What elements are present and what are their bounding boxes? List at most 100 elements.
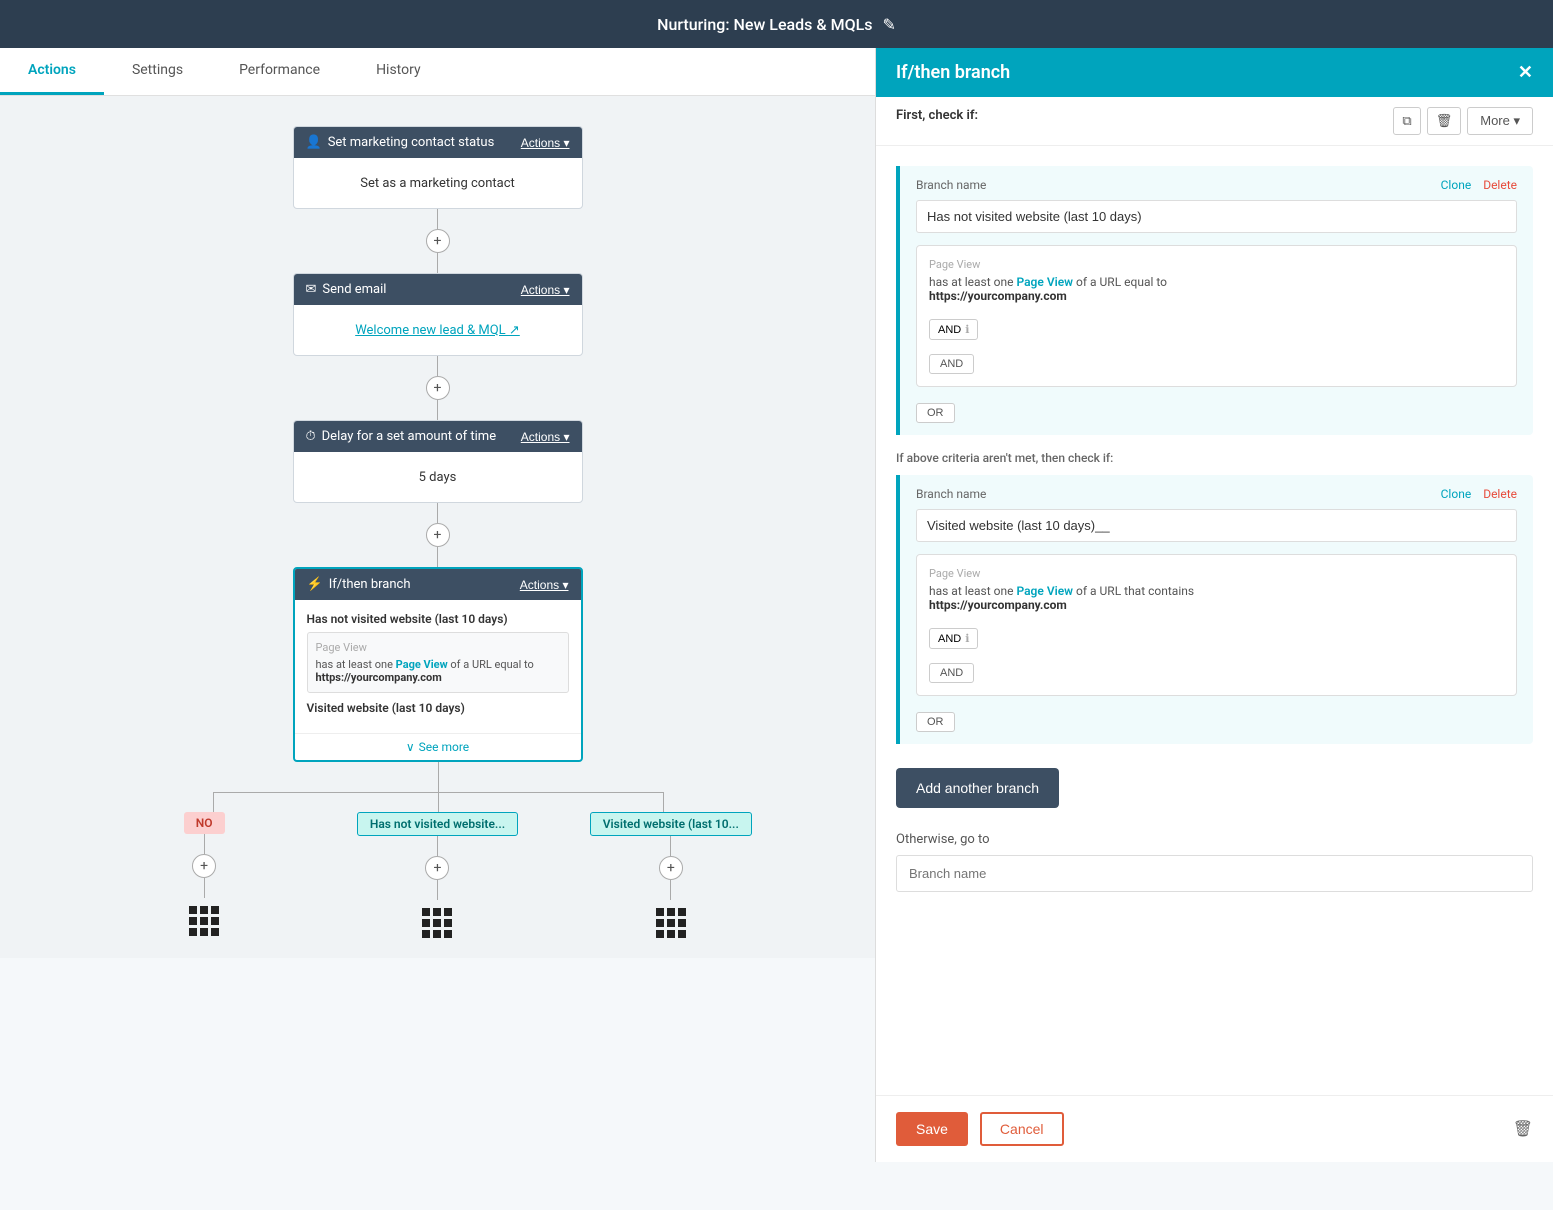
cond2-link[interactable]: Page View (1016, 584, 1073, 598)
step-header-4: ⚡ If/then branch Actions ▾ (295, 569, 581, 600)
trash-icon-toolbar: 🗑 (1436, 113, 1453, 129)
save-btn[interactable]: Save (896, 1112, 968, 1146)
panel-body: Branch name Clone Delete Page View has a… (876, 146, 1553, 1095)
cond1-title: Page View (929, 258, 1504, 271)
panel-title: If/then branch (896, 62, 1010, 83)
branch2-block: Branch name Clone Delete Page View has a… (896, 475, 1533, 744)
cond1-url: https://yourcompany.com (929, 289, 1067, 303)
condition-url-card: https://yourcompany.com (316, 671, 442, 684)
see-more-btn[interactable]: ∨ See more (295, 733, 581, 760)
criteria-divider: If above criteria aren't met, then check… (896, 451, 1533, 465)
step2-actions-btn[interactable]: Actions ▾ (521, 283, 570, 297)
step-header-3: ⏱ Delay for a set amount of time Actions… (294, 421, 582, 452)
branch1-condition: Page View has at least one Page View of … (307, 632, 569, 693)
visited-label: Visited website (last 10... (590, 812, 752, 836)
step-title-3: ⏱ Delay for a set amount of time (306, 429, 497, 444)
panel-header: If/then branch ✕ (876, 48, 1553, 97)
stem-visited (663, 792, 664, 812)
right-panel: If/then branch ✕ First, check if: ⧉ 🗑 Mo… (875, 48, 1553, 1162)
copy-btn[interactable]: ⧉ (1393, 107, 1420, 135)
branch1-delete[interactable]: Delete (1483, 178, 1517, 192)
tab-actions[interactable]: Actions (0, 48, 104, 95)
step-header-1: 👤 Set marketing contact status Actions ▾ (294, 127, 582, 158)
add-step-3[interactable]: + (426, 523, 450, 547)
panel-toolbar-btns: ⧉ 🗑 More ▾ (1393, 107, 1533, 135)
branch2-delete[interactable]: Delete (1483, 487, 1517, 501)
cond1-or-btn[interactable]: OR (916, 403, 955, 423)
canvas-wrapper: Actions Settings Performance History 👤 S… (0, 48, 875, 1162)
workflow-canvas: 👤 Set marketing contact status Actions ▾… (0, 96, 875, 958)
cond1-and-filter[interactable]: AND ℹ (929, 319, 978, 340)
add-notvisited-branch[interactable]: + (425, 856, 449, 880)
add-step-1[interactable]: + (426, 229, 450, 253)
footer-trash-btn[interactable]: 🗑 (1513, 1119, 1533, 1139)
branch-card-body: Has not visited website (last 10 days) P… (295, 600, 581, 733)
placeholder-visited (656, 908, 686, 938)
no-label: NO (184, 812, 225, 834)
cond2-text: has at least one Page View of a URL that… (929, 584, 1504, 612)
edit-icon[interactable]: ✎ (882, 15, 895, 34)
not-visited-label: Has not visited website... (357, 812, 518, 836)
footer-buttons: Save Cancel (896, 1112, 1064, 1146)
add-branch-btn[interactable]: Add another branch (896, 768, 1059, 808)
branch-col-no: NO + (113, 812, 296, 936)
branch2-label-card: Visited website (last 10 days) (307, 701, 569, 715)
condition-title-card: Page View (316, 641, 560, 654)
cond2-and-btn[interactable]: AND (929, 663, 974, 683)
line-1b (437, 253, 438, 273)
branch1-name-input[interactable] (916, 200, 1517, 233)
tab-nav: Actions Settings Performance History (0, 48, 875, 96)
otherwise-input[interactable] (896, 855, 1533, 892)
panel-close-btn[interactable]: ✕ (1518, 62, 1533, 83)
branch2-header: Branch name Clone Delete (916, 487, 1517, 501)
top-bar: Nurturing: New Leads & MQLs ✎ (0, 0, 1553, 48)
email-link[interactable]: Welcome new lead & MQL ↗ (355, 323, 520, 338)
tab-history[interactable]: History (348, 48, 449, 95)
branch2-name-input[interactable] (916, 509, 1517, 542)
branch-col-visited: Visited website (last 10... + (579, 812, 762, 938)
step3-body: 5 days (294, 452, 582, 502)
step4-actions-btn[interactable]: Actions ▾ (520, 578, 569, 592)
otherwise-section: Otherwise, go to (896, 832, 1533, 892)
add-visited-branch[interactable]: + (659, 856, 683, 880)
cond2-url: https://yourcompany.com (929, 598, 1067, 612)
first-check-label: First, check if: (896, 108, 978, 123)
branch1-clone[interactable]: Clone (1441, 178, 1472, 192)
cond2-and-filter[interactable]: AND ℹ (929, 628, 978, 649)
branch2-clone[interactable]: Clone (1441, 487, 1472, 501)
cond2-filter-row: AND ℹ (929, 620, 1504, 649)
cancel-btn[interactable]: Cancel (980, 1112, 1064, 1146)
branch1-label-card: Has not visited website (last 10 days) (307, 612, 569, 626)
connector-3: + (426, 503, 450, 567)
cond1-text: has at least one Page View of a URL equa… (929, 275, 1504, 303)
line-3b (437, 547, 438, 567)
branch1-condition-block: Page View has at least one Page View of … (916, 245, 1517, 387)
cond2-or-row: OR (916, 704, 1517, 732)
cond1-and-row: AND (929, 346, 1504, 374)
branch-connectors (113, 762, 763, 812)
cond1-and-btn[interactable]: AND (929, 354, 974, 374)
panel-subheader: First, check if: ⧉ 🗑 More ▾ (876, 97, 1553, 146)
branch2-condition-block: Page View has at least one Page View of … (916, 554, 1517, 696)
add-step-2[interactable]: + (426, 376, 450, 400)
step3-actions-btn[interactable]: Actions ▾ (521, 430, 570, 444)
branch2-block-actions: Clone Delete (1441, 487, 1517, 501)
add-no-branch[interactable]: + (192, 854, 216, 878)
branch-icon: ⚡ (307, 577, 323, 592)
delay-icon: ⏱ (306, 429, 316, 444)
tab-performance[interactable]: Performance (211, 48, 348, 95)
cond1-filter-row: AND ℹ (929, 311, 1504, 340)
cond2-and-row: AND (929, 655, 1504, 683)
cond2-or-btn[interactable]: OR (916, 712, 955, 732)
line-1 (437, 209, 438, 229)
branch1-header: Branch name Clone Delete (916, 178, 1517, 192)
trash-btn-toolbar[interactable]: 🗑 (1427, 107, 1462, 135)
line-2 (437, 356, 438, 376)
connector-2: + (426, 356, 450, 420)
cond2-title: Page View (929, 567, 1504, 580)
more-btn[interactable]: More ▾ (1467, 107, 1533, 135)
cond1-link[interactable]: Page View (1016, 275, 1073, 289)
tab-settings[interactable]: Settings (104, 48, 211, 95)
step1-actions-btn[interactable]: Actions ▾ (521, 136, 570, 150)
line-3 (437, 503, 438, 523)
